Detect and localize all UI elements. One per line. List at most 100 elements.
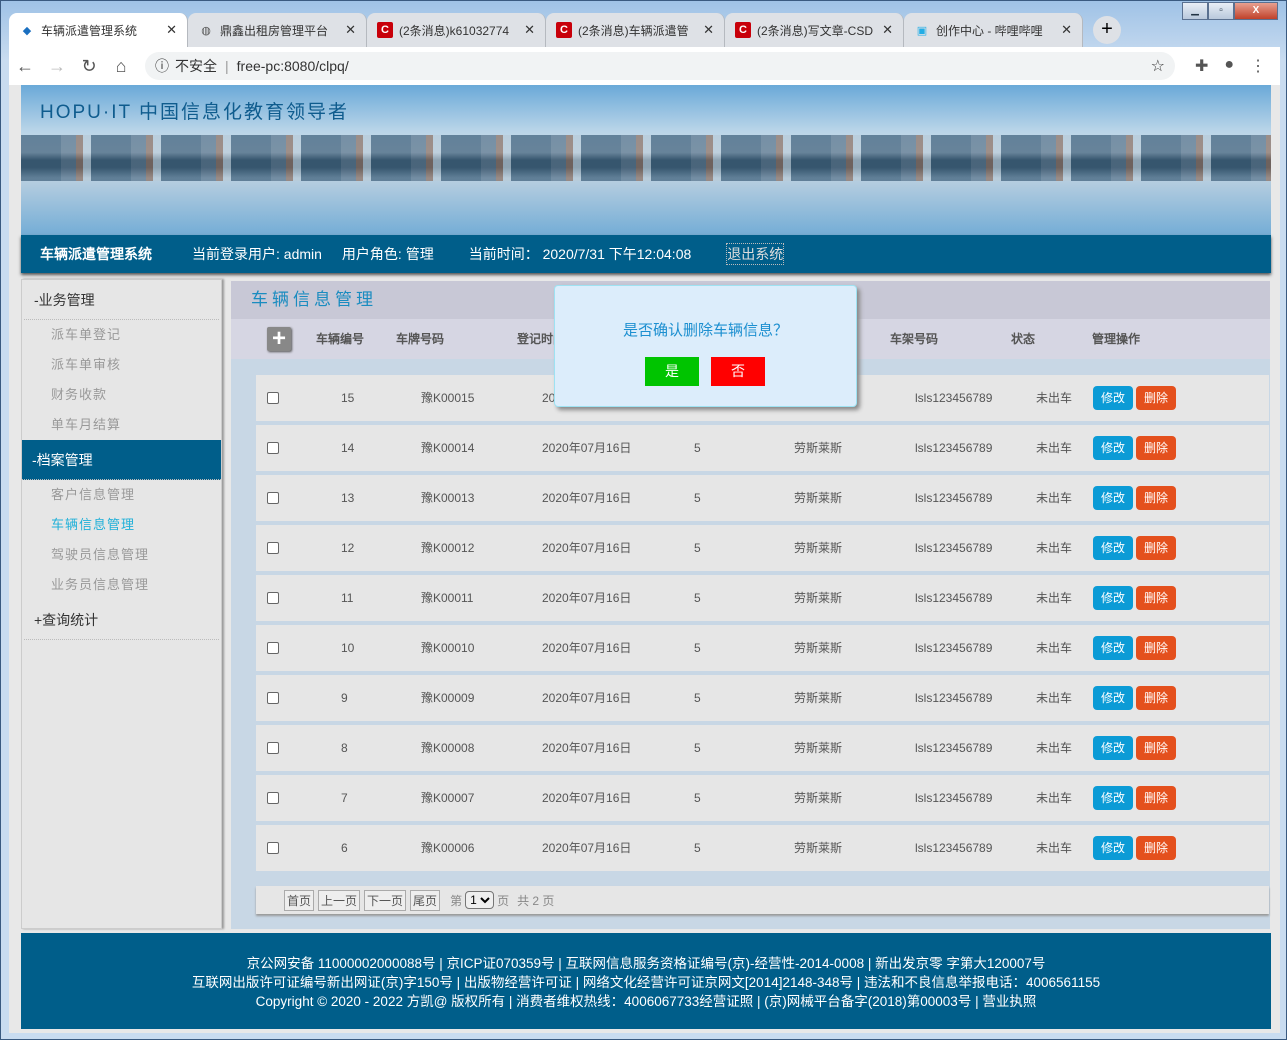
last-page-button[interactable]: 尾页	[410, 889, 441, 911]
browser-tab[interactable]: C (2条消息)车辆派遣管 ✕	[546, 13, 725, 47]
row-checkbox[interactable]	[267, 642, 279, 654]
row-checkbox[interactable]	[267, 442, 279, 454]
row-checkbox[interactable]	[267, 542, 279, 554]
info-icon[interactable]: ⓘ	[155, 56, 169, 76]
address-bar[interactable]: ⓘ 不安全 | free-pc:8080/clpq/ ☆	[145, 52, 1175, 80]
first-page-button[interactable]: 首页	[284, 889, 315, 911]
delete-button[interactable]: 删除	[1136, 836, 1176, 860]
cell-seats: 5	[694, 491, 701, 505]
logout-link[interactable]: 退出系统	[726, 243, 785, 265]
sidebar-item[interactable]: 客户信息管理	[22, 480, 221, 510]
browser-tab[interactable]: C (2条消息)写文章-CSD ✕	[725, 13, 904, 47]
confirm-no-button[interactable]: 否	[711, 357, 765, 386]
edit-button[interactable]: 修改	[1093, 786, 1133, 810]
close-tab-icon[interactable]: ✕	[166, 22, 177, 38]
delete-button[interactable]: 删除	[1136, 786, 1176, 810]
tab-strip: ◆ 车辆派遣管理系统 ✕ ◍ 鼎鑫出租房管理平台 ✕ C (2条消息)k61032774 ✕ C (…	[9, 13, 1131, 47]
cell-status: 未出车	[1036, 441, 1073, 455]
home-icon[interactable]: ⌂	[105, 56, 137, 77]
cell-vin: lsls123456789	[915, 691, 993, 705]
cell-date: 2020年07月16日	[542, 691, 632, 705]
url-text[interactable]: free-pc:8080/clpq/	[237, 58, 349, 74]
delete-button[interactable]: 删除	[1136, 736, 1176, 760]
close-tab-icon[interactable]: ✕	[345, 22, 356, 38]
close-tab-icon[interactable]: ✕	[882, 22, 893, 38]
delete-button[interactable]: 删除	[1136, 586, 1176, 610]
tab-title: (2条消息)k61032774	[399, 23, 510, 38]
extensions-icon[interactable]: ✚	[1195, 56, 1208, 76]
sidebar-item[interactable]: 车辆信息管理	[22, 510, 221, 540]
delete-button[interactable]: 删除	[1136, 486, 1176, 510]
table-row: 11 豫K00011 2020年07月16日 5 劳斯莱斯 lsls123456789 未出…	[256, 575, 1269, 621]
close-tab-icon[interactable]: ✕	[524, 22, 535, 38]
next-page-button[interactable]: 下一页	[364, 889, 407, 911]
confirm-delete-dialog: 是否确认删除车辆信息？ 是 否	[554, 285, 857, 407]
delete-button[interactable]: 删除	[1136, 536, 1176, 560]
row-checkbox[interactable]	[267, 392, 279, 404]
minimize-button[interactable]: ▁	[1182, 2, 1208, 20]
maximize-button[interactable]: ▫	[1208, 2, 1234, 20]
delete-button[interactable]: 删除	[1136, 436, 1176, 460]
cell-status: 未出车	[1036, 791, 1073, 805]
close-tab-icon[interactable]: ✕	[703, 22, 714, 38]
edit-button[interactable]: 修改	[1093, 386, 1133, 410]
cell-seats: 5	[694, 541, 701, 555]
browser-tab[interactable]: ◍ 鼎鑫出租房管理平台 ✕	[188, 13, 367, 47]
browser-tab[interactable]: ▣ 创作中心 - 哔哩哔哩 ✕	[904, 13, 1083, 47]
table-row: 10 豫K00010 2020年07月16日 5 劳斯莱斯 lsls123456789 未出…	[256, 625, 1269, 671]
row-checkbox[interactable]	[267, 842, 279, 854]
browser-tab[interactable]: C (2条消息)k61032774 ✕	[367, 13, 546, 47]
row-checkbox[interactable]	[267, 792, 279, 804]
user-role: 用户角色: 管理	[341, 246, 434, 262]
edit-button[interactable]: 修改	[1093, 486, 1133, 510]
back-icon[interactable]: ←	[9, 56, 41, 77]
row-checkbox[interactable]	[267, 742, 279, 754]
sidebar-group[interactable]: -档案管理	[22, 440, 221, 480]
edit-button[interactable]: 修改	[1093, 736, 1133, 760]
cell-brand: 劳斯莱斯	[794, 741, 843, 755]
profile-icon[interactable]: ●	[1224, 56, 1234, 76]
sidebar-group[interactable]: -业务管理	[24, 280, 219, 320]
plus-icon[interactable]: +	[267, 327, 291, 351]
delete-button[interactable]: 删除	[1136, 686, 1176, 710]
cell-status: 未出车	[1036, 741, 1073, 755]
reload-icon[interactable]: ↻	[73, 56, 105, 77]
row-checkbox[interactable]	[267, 492, 279, 504]
current-time: 当前时间： 2020/7/31 下午12:04:08	[468, 246, 692, 262]
new-tab-button[interactable]: +	[1093, 16, 1121, 44]
row-checkbox[interactable]	[267, 692, 279, 704]
delete-button[interactable]: 删除	[1136, 636, 1176, 660]
close-tab-icon[interactable]: ✕	[1061, 22, 1072, 38]
delete-button[interactable]: 删除	[1136, 386, 1176, 410]
cell-vin: lsls123456789	[915, 841, 993, 855]
edit-button[interactable]: 修改	[1093, 536, 1133, 560]
confirm-yes-button[interactable]: 是	[645, 357, 699, 386]
edit-button[interactable]: 修改	[1093, 836, 1133, 860]
page-select[interactable]: 1	[465, 891, 495, 909]
sidebar-item[interactable]: 派车单登记	[22, 320, 221, 350]
close-window-button[interactable]: X	[1234, 2, 1278, 20]
prev-page-button[interactable]: 上一页	[318, 889, 361, 911]
edit-button[interactable]: 修改	[1093, 586, 1133, 610]
cell-brand: 劳斯莱斯	[794, 491, 843, 505]
sidebar-item[interactable]: 财务收款	[22, 380, 221, 410]
browser-tab[interactable]: ◆ 车辆派遣管理系统 ✕	[9, 13, 188, 47]
sidebar-item[interactable]: 业务员信息管理	[22, 570, 221, 600]
forward-icon[interactable]: →	[41, 56, 73, 77]
sidebar-item[interactable]: 驾驶员信息管理	[22, 540, 221, 570]
sidebar-item[interactable]: 派车单审核	[22, 350, 221, 380]
pagination: 首页 上一页 下一页 尾页 第 1 页 共 2 页	[256, 886, 1269, 914]
edit-button[interactable]: 修改	[1093, 436, 1133, 460]
cell-status: 未出车	[1036, 491, 1073, 505]
edit-button[interactable]: 修改	[1093, 686, 1133, 710]
sidebar-group[interactable]: +查询统计	[24, 600, 219, 640]
csdn-icon: C	[556, 22, 572, 38]
cell-plate: 豫K00006	[421, 841, 475, 855]
sidebar-item[interactable]: 单车月结算	[22, 410, 221, 440]
row-checkbox[interactable]	[267, 592, 279, 604]
table-row: 8 豫K00008 2020年07月16日 5 劳斯莱斯 lsls123456789 未出车…	[256, 725, 1269, 771]
edit-button[interactable]: 修改	[1093, 636, 1133, 660]
bookmark-star-icon[interactable]: ☆	[1151, 56, 1165, 76]
cell-status: 未出车	[1036, 691, 1073, 705]
menu-icon[interactable]: ⋮	[1250, 56, 1266, 76]
